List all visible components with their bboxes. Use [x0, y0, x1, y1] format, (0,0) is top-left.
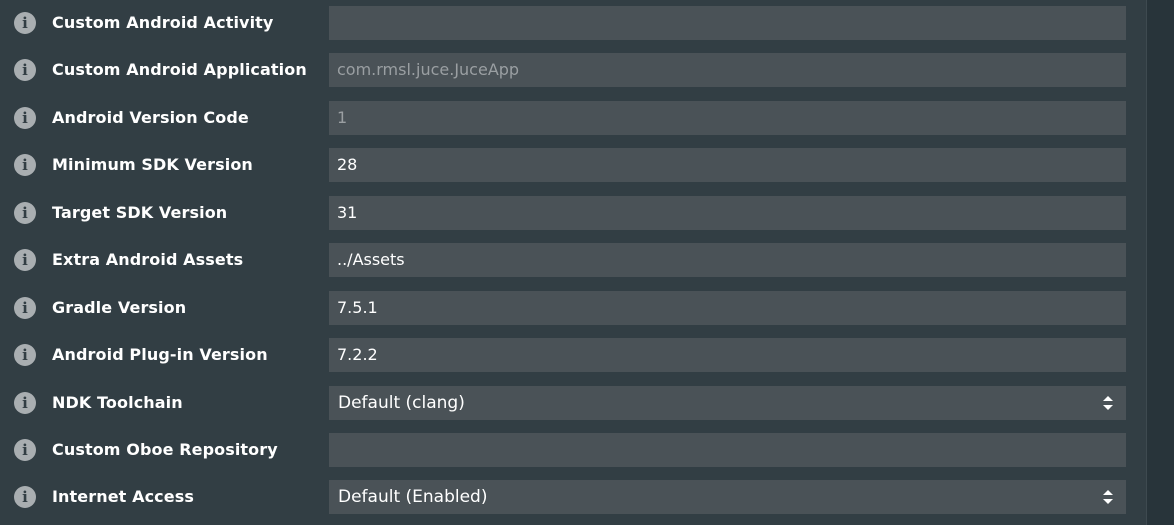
custom-oboe-repository-input[interactable] [329, 433, 1126, 467]
internet-access-dropdown[interactable]: Default (Enabled) [329, 480, 1126, 514]
dropdown-selected-value: Default (clang) [338, 393, 465, 413]
target-sdk-version-input[interactable]: 31 [329, 196, 1126, 230]
property-label: Custom Oboe Repository [52, 440, 278, 459]
property-label: Custom Android Activity [52, 13, 274, 32]
minimum-sdk-version-input[interactable]: 28 [329, 148, 1126, 182]
info-icon[interactable]: i [14, 486, 36, 508]
info-icon[interactable]: i [14, 154, 36, 176]
property-row-custom-android-activity: i Custom Android Activity [0, 3, 1146, 43]
custom-android-activity-input[interactable] [329, 6, 1126, 40]
info-icon[interactable]: i [14, 297, 36, 319]
property-label: Android Version Code [52, 108, 249, 127]
android-version-code-input[interactable]: 1 [329, 101, 1126, 135]
gradle-version-input[interactable]: 7.5.1 [329, 291, 1126, 325]
property-row-extra-android-assets: i Extra Android Assets ../Assets [0, 240, 1146, 280]
property-row-custom-android-application: i Custom Android Application com.rmsl.ju… [0, 50, 1146, 90]
info-icon[interactable]: i [14, 249, 36, 271]
property-row-minimum-sdk-version: i Minimum SDK Version 28 [0, 145, 1146, 185]
info-icon[interactable]: i [14, 439, 36, 461]
property-label: Internet Access [52, 487, 194, 506]
extra-android-assets-input[interactable]: ../Assets [329, 243, 1126, 277]
property-row-target-sdk-version: i Target SDK Version 31 [0, 193, 1146, 233]
info-icon[interactable]: i [14, 202, 36, 224]
property-label: Gradle Version [52, 298, 187, 317]
dropdown-selected-value: Default (Enabled) [338, 487, 488, 507]
up-down-chevron-icon [1103, 490, 1113, 504]
up-down-chevron-icon [1103, 396, 1113, 410]
info-icon[interactable]: i [14, 59, 36, 81]
android-plugin-version-input[interactable]: 7.2.2 [329, 338, 1126, 372]
property-label: Extra Android Assets [52, 250, 244, 269]
android-exporter-settings-panel: i Custom Android Activity i Custom Andro… [0, 0, 1146, 525]
property-label: Custom Android Application [52, 60, 307, 79]
property-label: Target SDK Version [52, 203, 228, 222]
property-row-internet-access: i Internet Access Default (Enabled) [0, 477, 1146, 517]
property-label: Android Plug-in Version [52, 345, 268, 364]
info-icon[interactable]: i [14, 12, 36, 34]
property-label: Minimum SDK Version [52, 155, 253, 174]
property-row-custom-oboe-repository: i Custom Oboe Repository [0, 430, 1146, 470]
custom-android-application-input[interactable]: com.rmsl.juce.JuceApp [329, 53, 1126, 87]
scroll-area-edge[interactable] [1146, 0, 1174, 525]
info-icon[interactable]: i [14, 107, 36, 129]
info-icon[interactable]: i [14, 392, 36, 414]
info-icon[interactable]: i [14, 344, 36, 366]
ndk-toolchain-dropdown[interactable]: Default (clang) [329, 386, 1126, 420]
property-row-gradle-version: i Gradle Version 7.5.1 [0, 288, 1146, 328]
property-label: NDK Toolchain [52, 393, 183, 412]
property-row-android-version-code: i Android Version Code 1 [0, 98, 1146, 138]
property-row-ndk-toolchain: i NDK Toolchain Default (clang) [0, 383, 1146, 423]
property-row-android-plugin-version: i Android Plug-in Version 7.2.2 [0, 335, 1146, 375]
